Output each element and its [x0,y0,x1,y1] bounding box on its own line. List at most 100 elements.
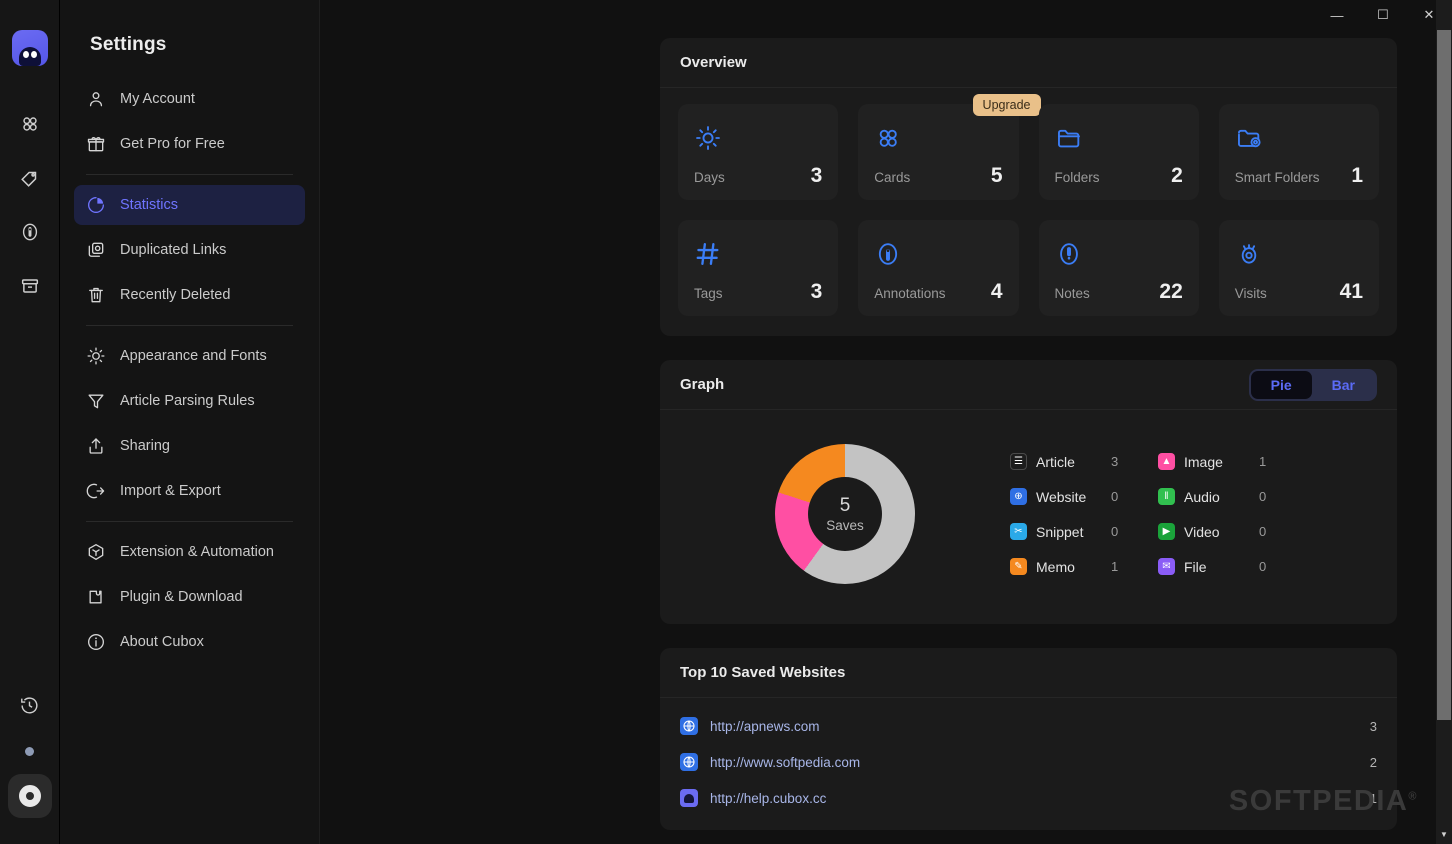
scrollbar-thumb[interactable] [1437,30,1451,720]
watermark-text: SOFTPEDIA [1228,785,1409,817]
legend-item-snippet[interactable]: ✂ Snippet 0 [1010,523,1158,540]
top-site-row[interactable]: http://www.softpedia.com 2 [660,744,1397,780]
legend-item-memo[interactable]: ✎ Memo 1 [1010,558,1158,575]
legend-item-video[interactable]: ▶ Video 0 [1158,523,1306,540]
globe-icon [680,753,698,771]
legend-label: Image [1184,453,1223,470]
legend-value: 0 [1111,489,1119,504]
app-icon-rail [0,0,60,844]
close-button[interactable]: ✕ [1406,0,1452,30]
overview-card-annotations[interactable]: Annotations 4 [858,220,1019,316]
legend-swatch-video-icon: ▶ [1158,523,1175,540]
sidebar-item-import-export[interactable]: Import & Export [74,471,305,511]
overview-panel: Overview Days 3 Upgrade Cards 5 Folders 2 Smart… [660,38,1397,336]
legend-item-article[interactable]: ☰ Article 3 [1010,453,1158,470]
legend-swatch-audio-icon: ‖ [1158,488,1175,505]
overview-card-label: Days [694,170,725,185]
duplicate-icon [86,240,106,260]
cubox-mascot-icon [18,47,41,66]
watermark-mark: ® [1408,790,1418,803]
legend-value: 1 [1111,559,1119,574]
scroll-down-arrow-icon[interactable]: ▼ [1437,826,1451,842]
trash-icon [86,285,106,305]
overview-card-label: Smart Folders [1234,170,1320,185]
legend-label: Website [1036,488,1087,505]
history-icon[interactable] [8,683,52,727]
sidebar-divider [86,521,293,522]
sidebar-item-get-pro-for-free[interactable]: Get Pro for Free [74,124,305,164]
overview-card-label: Visits [1234,286,1267,301]
sidebar-item-label: Appearance and Fonts [120,348,267,364]
annotation-icon [874,234,1002,274]
overview-card-label: Cards [874,170,911,185]
top-site-row[interactable]: http://apnews.com 3 [660,708,1397,744]
user-icon [86,89,106,109]
eye-icon [1235,234,1363,274]
sidebar-item-plugin-download[interactable]: Plugin & Download [74,577,305,617]
top-site-url[interactable]: http://apnews.com [710,719,1358,734]
overview-card-folders[interactable]: Folders 2 [1038,104,1199,200]
overview-card-notes[interactable]: Notes 22 [1038,220,1199,316]
sidebar-item-label: Extension & Automation [120,544,274,560]
overview-card-value: 41 [1339,280,1363,303]
plugin-icon [86,587,106,607]
sidebar-item-label: Duplicated Links [120,242,227,258]
sidebar-item-article-parsing-rules[interactable]: Article Parsing Rules [74,381,305,421]
maximize-button[interactable]: ☐ [1360,0,1406,30]
tag-icon[interactable] [8,156,52,200]
sidebar-item-my-account[interactable]: My Account [74,79,305,119]
upgrade-badge[interactable]: Upgrade [972,94,1041,116]
settings-sidebar: Settings My Account Get Pro for Free Stati… [60,0,320,844]
chart-type-toggle: Pie Bar [1248,368,1377,401]
sidebar-item-about-cubox[interactable]: About Cubox [74,622,305,662]
sidebar-divider [86,174,293,175]
overview-card-value: 3 [810,164,823,187]
top-site-url[interactable]: http://www.softpedia.com [710,755,1358,770]
donut-chart-container: 5 Saves [680,444,1010,584]
sidebar-item-duplicated-links[interactable]: Duplicated Links [74,230,305,270]
legend-item-audio[interactable]: ‖ Audio 0 [1158,488,1306,505]
annotation-icon[interactable] [8,210,52,254]
legend-item-file[interactable]: ✉ File 0 [1158,558,1306,575]
folder-icon [1055,118,1183,158]
sidebar-item-label: Plugin & Download [120,589,243,605]
legend-value: 1 [1259,454,1267,469]
minimize-button[interactable]: — [1314,0,1360,30]
tab-bar[interactable]: Bar [1312,371,1375,399]
legend-item-website[interactable]: ⊕ Website 0 [1010,488,1158,505]
status-dot [25,747,34,756]
archive-icon[interactable] [8,264,52,308]
overview-card-days[interactable]: Days 3 [678,104,839,200]
sidebar-item-statistics[interactable]: Statistics [74,185,305,225]
sidebar-item-recently-deleted[interactable]: Recently Deleted [74,275,305,315]
overview-card-visits[interactable]: Visits 41 [1218,220,1379,316]
overview-card-smart-folders[interactable]: Smart Folders 1 [1218,104,1379,200]
legend-item-image[interactable]: ▲ Image 1 [1158,453,1306,470]
globe-icon [680,717,698,735]
overview-card-label: Notes [1054,286,1090,301]
settings-active-icon[interactable] [7,774,52,818]
pie-chart-icon [86,195,106,215]
sidebar-item-label: Article Parsing Rules [120,393,255,409]
inbox-grid-icon[interactable] [8,102,52,146]
legend-label: Snippet [1036,523,1084,540]
donut-chart[interactable]: 5 Saves [775,444,915,584]
legend-swatch-website-icon: ⊕ [1010,488,1027,505]
legend-label: Video [1184,523,1220,540]
softpedia-watermark: SOFTPEDIA® [1229,785,1418,818]
vertical-scrollbar[interactable]: ▼ [1436,0,1452,844]
sidebar-item-sharing[interactable]: Sharing [74,426,305,466]
overview-card-tags[interactable]: Tags 3 [678,220,839,316]
legend-swatch-article-icon: ☰ [1010,453,1027,470]
sidebar-item-label: About Cubox [120,634,204,650]
legend-swatch-file-icon: ✉ [1158,558,1175,575]
sidebar-item-extension-automation[interactable]: Extension & Automation [74,532,305,572]
hash-icon [694,234,822,274]
overview-card-value: 3 [810,280,823,303]
sidebar-item-appearance-and-fonts[interactable]: Appearance and Fonts [74,336,305,376]
overview-card-value: 22 [1159,280,1183,303]
overview-card-cards[interactable]: Upgrade Cards 5 [858,94,1041,200]
tab-pie[interactable]: Pie [1250,370,1312,399]
cubox-logo[interactable] [11,30,48,66]
overview-card-value: 4 [990,280,1003,303]
